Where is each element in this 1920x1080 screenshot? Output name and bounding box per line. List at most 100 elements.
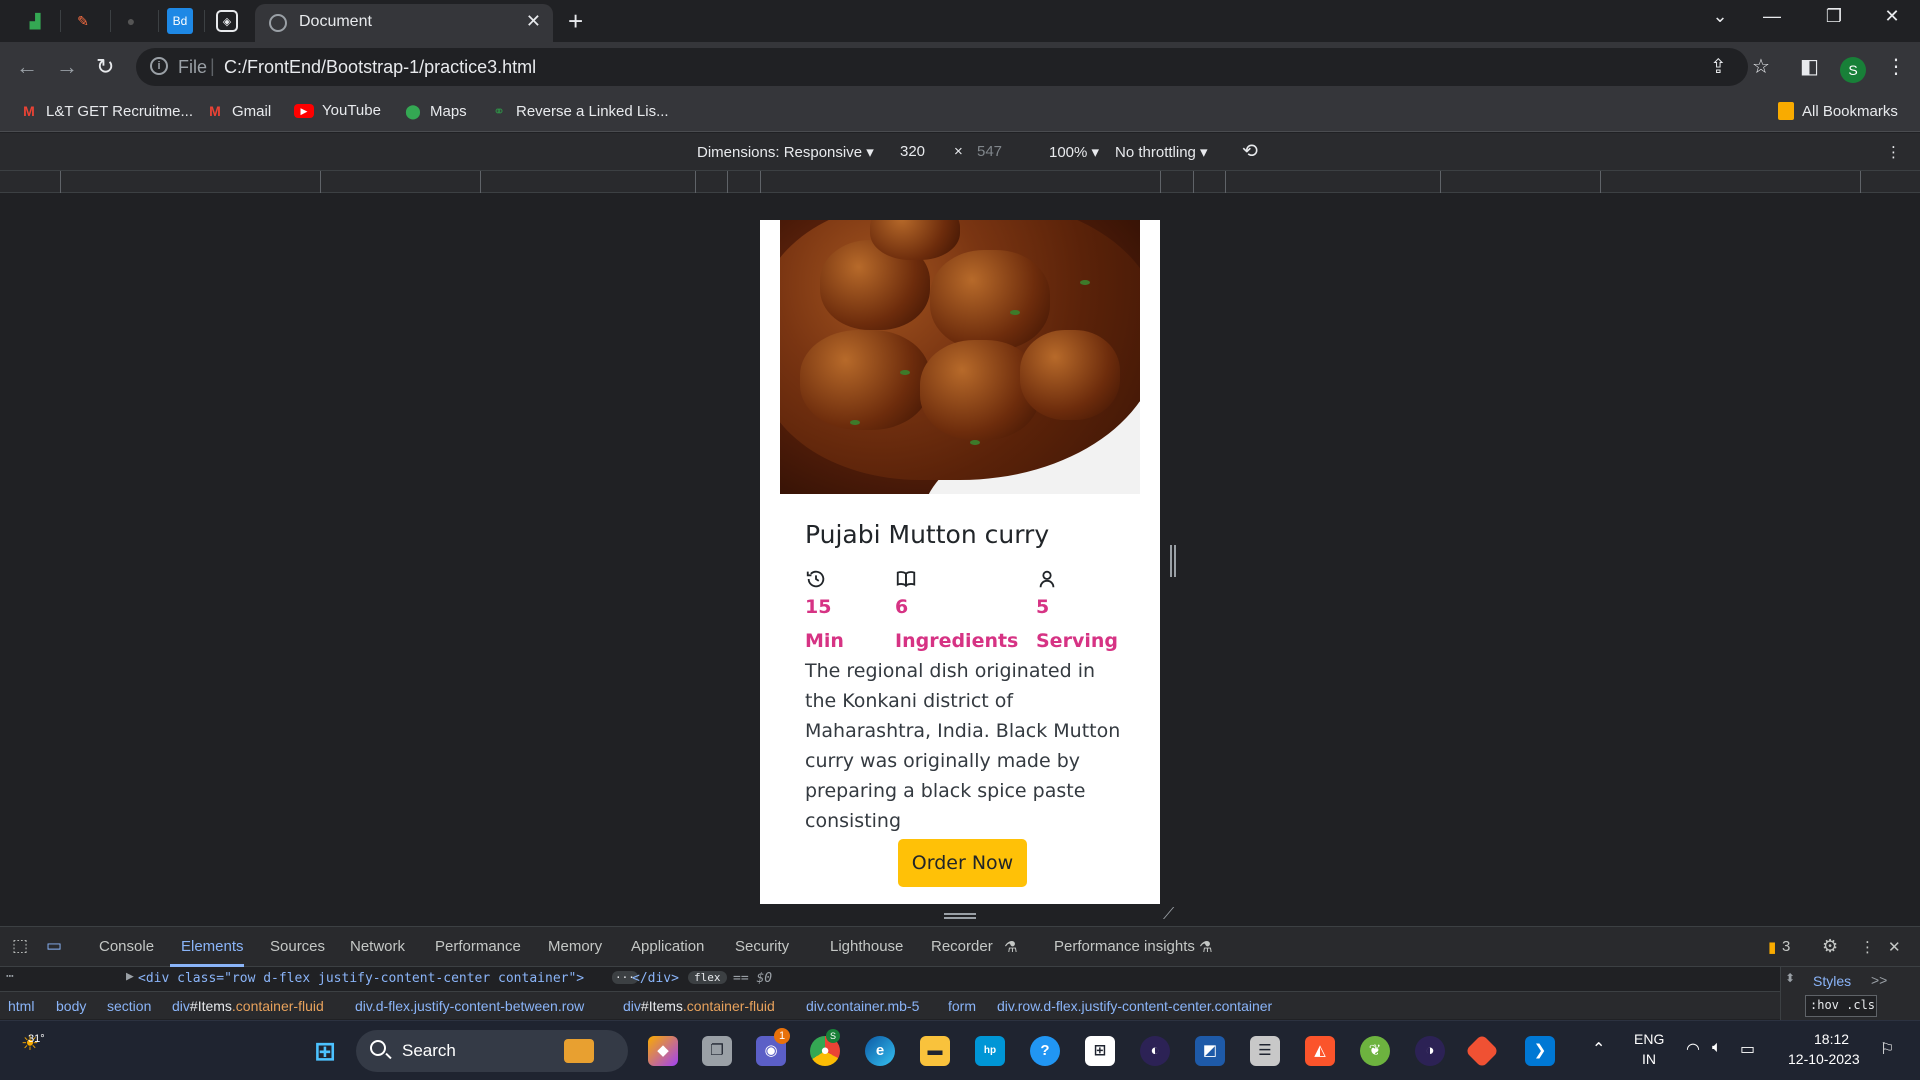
breadcrumb-item[interactable]: section	[107, 998, 151, 1014]
bookmark-maps[interactable]: ⬤ Maps	[404, 102, 467, 120]
mysql-workbench-icon[interactable]: ◩	[1195, 1036, 1225, 1066]
bookmark-star-icon[interactable]: ☆	[1752, 54, 1770, 79]
flex-badge[interactable]: flex	[688, 971, 727, 984]
breadcrumb-item[interactable]: div#Items.container-fluid	[623, 998, 775, 1014]
tab-performance-insights[interactable]: Performance insights	[1054, 938, 1195, 955]
device-toolbar-menu-icon[interactable]: ⋮	[1886, 143, 1901, 161]
width-input[interactable]: 320	[900, 143, 925, 160]
dom-tree-selected-line[interactable]: ⋯ ▶ <div class="row d-flex justify-conte…	[0, 967, 1780, 991]
pinned-tab-codepen[interactable]: ◈	[216, 10, 238, 32]
reload-icon[interactable]: ↻	[96, 54, 114, 80]
bookmark-lt-get[interactable]: M L&T GET Recruitme...	[20, 102, 193, 120]
file-explorer-icon[interactable]: ▬	[920, 1036, 950, 1066]
brave-icon[interactable]: ◭	[1305, 1036, 1335, 1066]
tab-sources[interactable]: Sources	[270, 938, 325, 955]
eclipse-icon[interactable]: ◐	[1140, 1036, 1170, 1066]
language-bottom[interactable]: IN	[1642, 1051, 1656, 1067]
breadcrumb-item[interactable]: body	[56, 998, 86, 1014]
language-top[interactable]: ENG	[1634, 1031, 1664, 1047]
tab-recorder[interactable]: Recorder	[931, 938, 993, 955]
bookmark-gmail[interactable]: M Gmail	[206, 102, 271, 120]
zoom-dropdown[interactable]: 100% ▾	[1049, 143, 1099, 161]
breadcrumb-item[interactable]: div.d-flex.justify-content-between.row	[355, 998, 584, 1014]
more-tabs-icon[interactable]: >>	[1871, 972, 1887, 988]
volume-icon[interactable]: 🔈︎	[1712, 1039, 1722, 1057]
battery-icon[interactable]: ▭	[1740, 1039, 1755, 1059]
tab-application[interactable]: Application	[631, 938, 704, 955]
breadcrumb-item[interactable]: html	[8, 998, 34, 1014]
pinned-tab-pencil[interactable]: ✎	[70, 8, 96, 34]
scroll-arrows-icon[interactable]: ⬍	[1785, 971, 1795, 985]
bookmark-youtube[interactable]: ▶ YouTube	[294, 102, 381, 119]
tab-search-chevron-icon[interactable]: ⌄	[1700, 6, 1740, 27]
viewport-resize-handle-right[interactable]	[1170, 545, 1176, 577]
minimize-button[interactable]: —	[1752, 6, 1792, 27]
inspect-element-icon[interactable]: ⬚	[12, 936, 28, 956]
viewport-resize-handle-bottom[interactable]	[944, 913, 976, 919]
issues-count[interactable]: 3	[1782, 938, 1790, 955]
taskbar-search[interactable]: Search	[356, 1030, 628, 1072]
menu-kebab-icon[interactable]: ⋮	[1886, 54, 1906, 79]
bookmark-reverse-linked-list[interactable]: ⚭ Reverse a Linked Lis...	[490, 102, 668, 120]
store-icon[interactable]: ⊞	[1085, 1036, 1115, 1066]
eclipse-ide-icon[interactable]: ◑	[1415, 1036, 1445, 1066]
task-view-icon[interactable]: ❐	[702, 1036, 732, 1066]
address-bar[interactable]: i File | C:/FrontEnd/Bootstrap-1/practic…	[136, 48, 1748, 86]
breadcrumb-item[interactable]: div.container.mb-5	[806, 998, 919, 1014]
pinned-tab-dark[interactable]: ●	[118, 8, 144, 34]
share-icon[interactable]: ⇪	[1710, 54, 1727, 79]
copilot-icon[interactable]: ◆	[648, 1036, 678, 1066]
viewport-resize-corner-icon[interactable]: ⟋	[1163, 906, 1174, 924]
hov-cls-filter[interactable]: :hov .cls	[1805, 995, 1877, 1017]
devtools-menu-icon[interactable]: ⋮	[1860, 938, 1875, 956]
tab-network[interactable]: Network	[350, 938, 405, 955]
vscode-icon[interactable]: ❯	[1525, 1036, 1555, 1066]
windows-start-icon[interactable]: ⊞	[310, 1036, 340, 1066]
git-icon[interactable]	[1465, 1034, 1499, 1068]
forward-arrow-icon[interactable]: →	[56, 54, 78, 80]
styles-tab[interactable]: Styles	[1813, 973, 1851, 989]
back-arrow-icon[interactable]: ←	[16, 54, 38, 80]
tab-elements[interactable]: Elements	[181, 938, 244, 955]
close-devtools-icon[interactable]: ✕	[1888, 938, 1901, 956]
show-hidden-icons-chevron[interactable]: ⌃	[1592, 1039, 1605, 1059]
all-bookmarks-button[interactable]: All Bookmarks	[1778, 102, 1898, 120]
dimensions-dropdown[interactable]: Dimensions: Responsive ▾	[697, 143, 874, 161]
ellipsis-icon[interactable]: ⋯	[6, 969, 14, 984]
edge-icon[interactable]: e	[865, 1036, 895, 1066]
clock-date[interactable]: 12-10-2023	[1788, 1051, 1860, 1067]
close-window-button[interactable]: ✕	[1872, 6, 1912, 27]
url-text[interactable]: C:/FrontEnd/Bootstrap-1/practice3.html	[224, 57, 536, 78]
wifi-icon[interactable]: ◠	[1686, 1039, 1700, 1059]
pinned-tab-bd[interactable]: Bd	[167, 8, 193, 34]
restore-button[interactable]: ❐	[1814, 6, 1854, 27]
new-tab-button[interactable]: +	[568, 6, 583, 37]
issues-flag-icon[interactable]: ▮	[1768, 938, 1776, 956]
clock-time[interactable]: 18:12	[1814, 1031, 1849, 1047]
profile-avatar[interactable]: S	[1840, 57, 1866, 83]
throttling-dropdown[interactable]: No throttling ▾	[1115, 143, 1208, 161]
device-toggle-icon[interactable]: ▭	[46, 936, 62, 956]
tab-performance[interactable]: Performance	[435, 938, 521, 955]
breadcrumb-item[interactable]: div#Items.container-fluid	[172, 998, 324, 1014]
tab-memory[interactable]: Memory	[548, 938, 602, 955]
spring-icon[interactable]: ❦	[1360, 1036, 1390, 1066]
side-panel-icon[interactable]: ◧	[1800, 54, 1819, 79]
notes-icon[interactable]: ☰	[1250, 1036, 1280, 1066]
close-tab-icon[interactable]: ✕	[526, 11, 541, 32]
tab-lighthouse[interactable]: Lighthouse	[830, 938, 903, 955]
tab-console[interactable]: Console	[99, 938, 154, 955]
tab-security[interactable]: Security	[735, 938, 789, 955]
help-icon[interactable]: ?	[1030, 1036, 1060, 1066]
breadcrumb-item[interactable]: form	[948, 998, 976, 1014]
pinned-tab-sheets[interactable]: ▟	[22, 8, 48, 34]
tab-document[interactable]: Document ✕	[255, 4, 553, 42]
height-input[interactable]: 547	[977, 143, 1002, 160]
myhp-icon[interactable]: hp	[975, 1036, 1005, 1066]
settings-gear-icon[interactable]: ⚙	[1822, 936, 1838, 957]
order-now-button[interactable]: Order Now	[898, 839, 1027, 887]
rotate-icon[interactable]: ⟲	[1242, 140, 1258, 163]
expand-triangle-icon[interactable]: ▶	[126, 969, 134, 984]
notifications-icon[interactable]: ⚐	[1880, 1039, 1894, 1059]
info-icon[interactable]: i	[150, 57, 168, 75]
